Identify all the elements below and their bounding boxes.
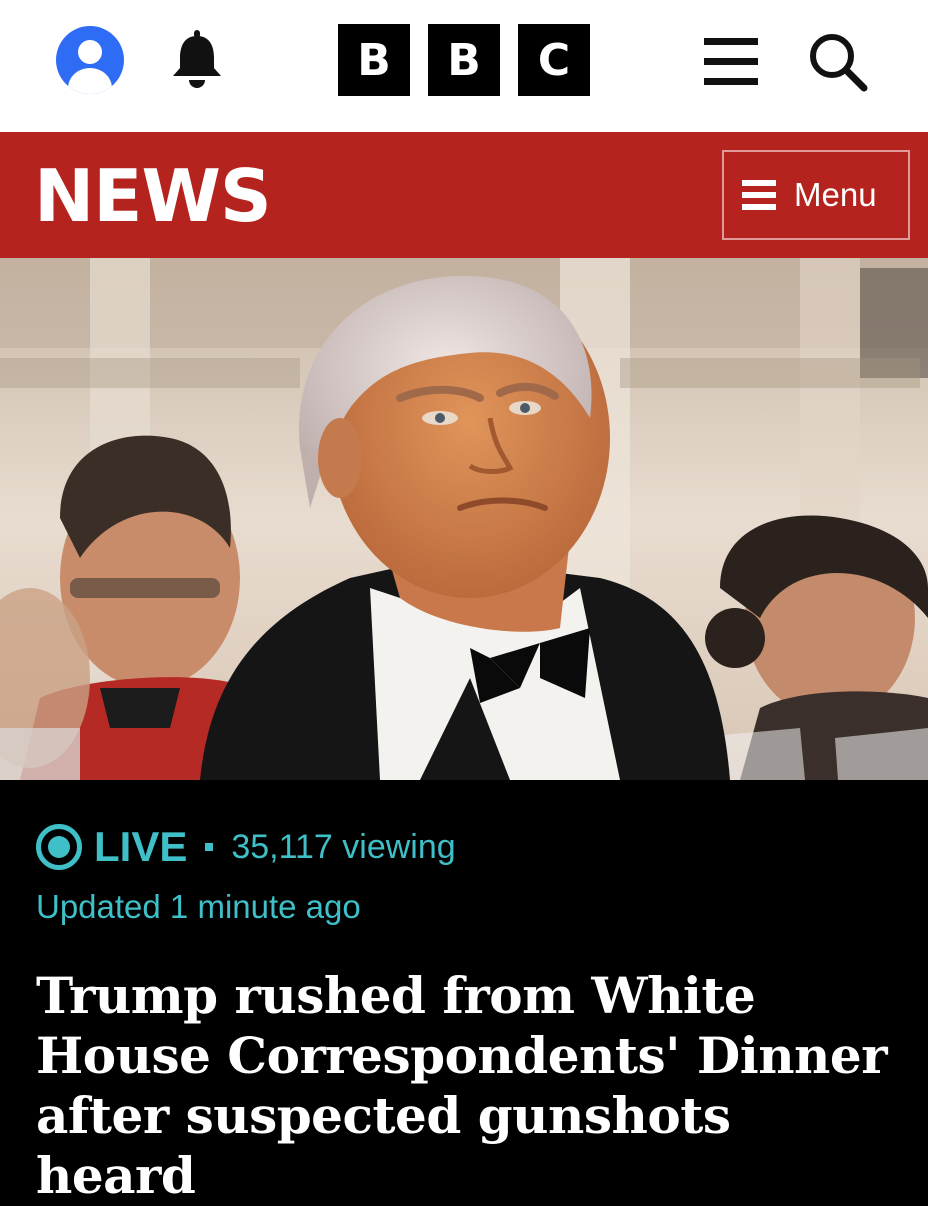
viewer-count: 35,117 viewing [231,827,456,866]
logo-block: C [518,24,590,96]
logo-block: B [428,24,500,96]
updated-timestamp: Updated 1 minute ago [36,888,361,925]
separator-dot [205,843,214,851]
bell-icon[interactable] [168,28,226,90]
logo-block: B [338,24,410,96]
live-label: LIVE [94,823,188,870]
menu-label: Menu [794,176,877,213]
live-indicator-icon [36,824,82,870]
account-icon[interactable] [56,26,124,94]
article-summary[interactable]: LIVE 35,117 viewing Updated 1 minute ago… [0,780,928,1205]
bbc-logo[interactable]: B B C [338,24,590,96]
article-headline[interactable]: Trump rushed from White House Correspond… [36,966,896,1206]
top-navigation-bar: B B C [0,0,928,132]
menu-button[interactable]: Menu [722,150,910,240]
hamburger-icon[interactable] [704,38,758,86]
menu-icon [742,180,776,210]
hero-image[interactable] [0,258,928,780]
news-section-bar: NEWS Menu [0,132,928,258]
section-title[interactable]: NEWS [34,154,272,238]
search-icon[interactable] [806,30,870,94]
live-status-row: LIVE 35,117 viewing [36,822,456,872]
